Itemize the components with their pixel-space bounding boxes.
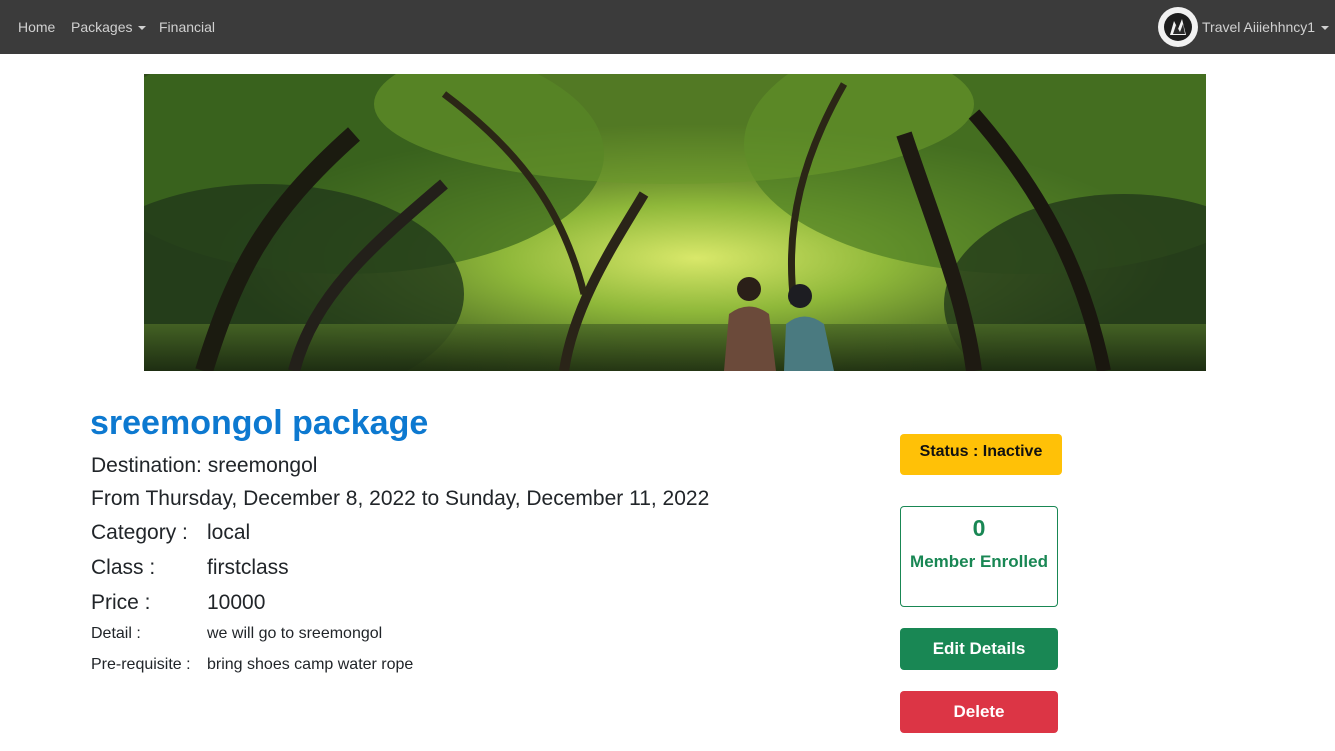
status-badge: Status : Inactive <box>900 434 1062 475</box>
member-enrolled-card: 0 Member Enrolled <box>900 506 1058 607</box>
delete-button[interactable]: Delete <box>900 691 1058 733</box>
nav-home[interactable]: Home <box>18 0 55 54</box>
member-count: 0 <box>972 515 986 541</box>
package-hero-image <box>144 74 1206 371</box>
prerequisite-value: bring shoes camp water rope <box>207 656 414 673</box>
user-name: Travel Aiiiehhncy1 <box>1202 19 1316 35</box>
class-label: Class : <box>91 556 156 579</box>
price-value: 10000 <box>207 591 266 614</box>
category-value: local <box>207 521 251 544</box>
top-navbar: Home Packages Financial Travel Aiiiehhnc… <box>0 0 1335 54</box>
detail-value: we will go to sreemongol <box>207 625 383 642</box>
nav-packages-label: Packages <box>71 19 133 35</box>
edit-details-button[interactable]: Edit Details <box>900 628 1058 670</box>
class-value: firstclass <box>207 556 289 579</box>
detail-label: Detail : <box>91 625 141 642</box>
date-range-text: From Thursday, December 8, 2022 to Sunda… <box>91 487 710 510</box>
user-menu-dropdown[interactable]: Travel Aiiiehhncy1 <box>1202 0 1330 54</box>
member-enrolled-label: Member Enrolled <box>910 552 1048 571</box>
price-label: Price : <box>91 591 151 614</box>
caret-down-icon <box>1321 26 1330 31</box>
caret-down-icon <box>138 26 147 31</box>
destination-text: Destination: sreemongol <box>91 454 318 477</box>
avatar-icon <box>1164 13 1192 41</box>
avatar[interactable] <box>1158 7 1198 47</box>
nav-packages-dropdown[interactable]: Packages <box>71 0 147 54</box>
category-label: Category : <box>91 521 188 544</box>
page-title: sreemongol package <box>90 404 429 442</box>
prerequisite-label: Pre-requisite : <box>91 656 191 673</box>
nav-financial[interactable]: Financial <box>159 0 215 54</box>
